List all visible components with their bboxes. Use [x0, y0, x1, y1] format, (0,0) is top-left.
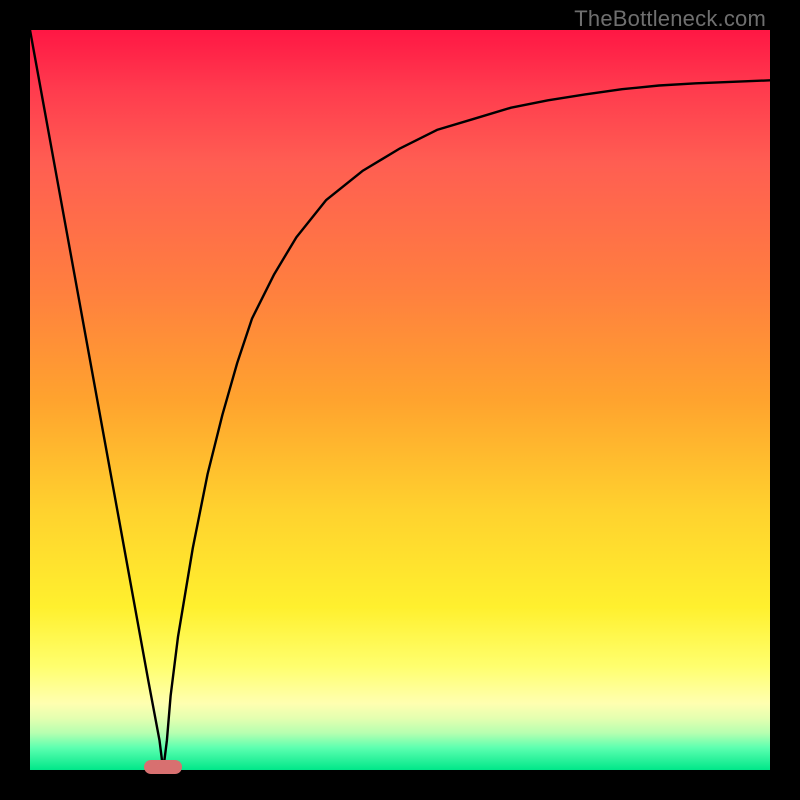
- bottleneck-curve: [30, 30, 770, 770]
- watermark-text: TheBottleneck.com: [574, 6, 766, 32]
- curve-layer: [30, 30, 770, 770]
- chart-frame: TheBottleneck.com: [0, 0, 800, 800]
- optimum-marker: [144, 760, 182, 774]
- plot-area: [30, 30, 770, 770]
